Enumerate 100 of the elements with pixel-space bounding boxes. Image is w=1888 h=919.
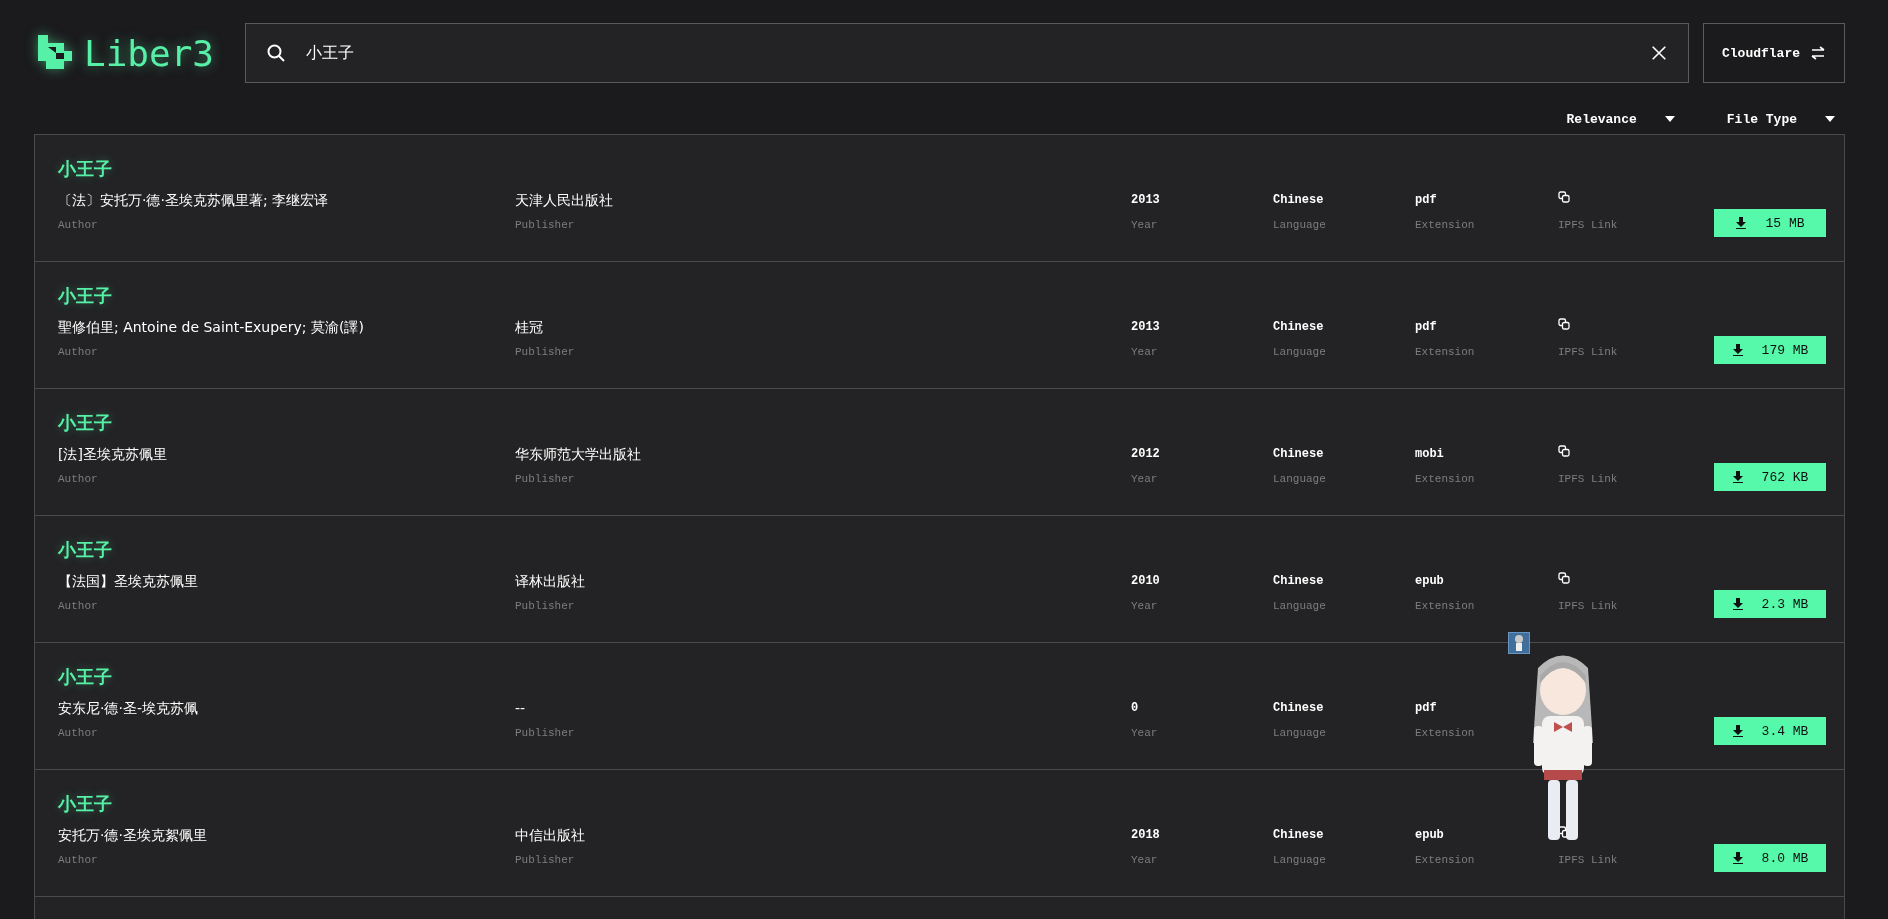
year-value: 2012 bbox=[1131, 446, 1161, 463]
field-label: Extension bbox=[1415, 727, 1476, 739]
field-label: Publisher bbox=[515, 600, 576, 612]
field-label: Extension bbox=[1415, 346, 1476, 358]
field-label: Publisher bbox=[515, 219, 576, 231]
field-label: IPFS Link bbox=[1558, 854, 1619, 866]
language-value: Chinese bbox=[1273, 192, 1325, 209]
field-label: Year bbox=[1131, 219, 1159, 231]
field-label: Language bbox=[1273, 854, 1327, 866]
field-label: Year bbox=[1131, 727, 1159, 739]
field-label: Extension bbox=[1415, 473, 1476, 485]
field-label: Extension bbox=[1415, 600, 1476, 612]
year-value: 2010 bbox=[1131, 573, 1161, 590]
field-label: Year bbox=[1131, 473, 1159, 485]
field-label: Language bbox=[1273, 219, 1327, 231]
publisher-name: 中信出版社 bbox=[515, 826, 586, 844]
language-value: Chinese bbox=[1273, 573, 1325, 590]
field-label: IPFS Link bbox=[1558, 219, 1619, 231]
book-title[interactable]: 小王子 bbox=[58, 411, 112, 435]
caret-icon bbox=[1825, 116, 1835, 122]
author-name: 【法国】圣埃克苏佩里 bbox=[58, 572, 199, 590]
download-button[interactable]: 762 KB bbox=[1714, 463, 1826, 491]
author-name: 〔法〕安托万·德·圣埃克苏佩里著; 李继宏译 bbox=[58, 191, 330, 209]
language-value: Chinese bbox=[1273, 827, 1325, 844]
search-field[interactable]: 小王子 bbox=[304, 42, 1632, 64]
download-icon bbox=[1731, 725, 1744, 737]
field-label: Publisher bbox=[515, 727, 576, 739]
publisher-name: 译林出版社 bbox=[515, 572, 586, 590]
download-icon bbox=[1731, 852, 1744, 864]
copy-link-icon[interactable] bbox=[1558, 191, 1570, 203]
field-label: Publisher bbox=[515, 346, 576, 358]
publisher-name: 桂冠 bbox=[515, 318, 544, 336]
download-icon bbox=[1731, 344, 1744, 356]
extension-value: pdf bbox=[1415, 319, 1438, 336]
download-button[interactable]: 8.0 MB bbox=[1714, 844, 1826, 872]
download-button[interactable]: 2.3 MB bbox=[1714, 590, 1826, 618]
year-value: 2013 bbox=[1131, 319, 1161, 336]
language-value: Chinese bbox=[1273, 700, 1325, 717]
book-title[interactable]: 小王子 bbox=[58, 665, 112, 689]
field-label: Year bbox=[1131, 854, 1159, 866]
field-label: Author bbox=[58, 854, 99, 866]
search-bar[interactable]: 小王子 bbox=[245, 23, 1689, 83]
download-button[interactable]: 3.4 MB bbox=[1714, 717, 1826, 745]
book-title[interactable]: 小王子 bbox=[58, 284, 112, 308]
field-label: Year bbox=[1131, 600, 1159, 612]
download-icon bbox=[1731, 471, 1744, 483]
field-label: Publisher bbox=[515, 854, 576, 866]
field-label: Extension bbox=[1415, 854, 1476, 866]
extension-value: pdf bbox=[1415, 192, 1438, 209]
publisher-name: 天津人民出版社 bbox=[515, 191, 614, 209]
swap-icon bbox=[1810, 45, 1826, 61]
copy-link-icon[interactable] bbox=[1558, 572, 1570, 584]
copy-link-icon[interactable] bbox=[1558, 318, 1570, 330]
author-name: 安托万·德·圣埃克絮佩里 bbox=[58, 826, 208, 844]
author-name: 聖修伯里; Antoine de Saint-Exupery; 莫渝(譯) bbox=[58, 318, 365, 336]
field-label: Language bbox=[1273, 346, 1327, 358]
year-value: 2018 bbox=[1131, 827, 1161, 844]
author-name: 安东尼·德·圣-埃克苏佩 bbox=[58, 699, 199, 717]
extension-value: pdf bbox=[1415, 700, 1438, 717]
field-label: Year bbox=[1131, 346, 1159, 358]
gateway-button[interactable]: Cloudflare bbox=[1703, 23, 1845, 83]
publisher-name: -- bbox=[515, 699, 527, 717]
logo[interactable]: Liber3 bbox=[34, 32, 244, 74]
extension-value: epub bbox=[1415, 827, 1445, 844]
year-value: 2013 bbox=[1131, 192, 1161, 209]
field-label: IPFS Link bbox=[1558, 473, 1619, 485]
download-icon bbox=[1735, 217, 1748, 229]
language-value: Chinese bbox=[1273, 319, 1325, 336]
book-title[interactable]: 小王子 bbox=[58, 792, 112, 816]
book-title[interactable]: 小王子 bbox=[58, 157, 112, 181]
author-name: [法]圣埃克苏佩里 bbox=[58, 445, 168, 463]
sort-dropdown[interactable]: Relevance bbox=[1566, 111, 1685, 127]
copy-link-icon[interactable] bbox=[1558, 445, 1570, 457]
field-label: Author bbox=[58, 727, 99, 739]
close-icon[interactable] bbox=[1650, 44, 1668, 62]
download-icon bbox=[1731, 598, 1744, 610]
field-label: Publisher bbox=[515, 473, 576, 485]
language-value: Chinese bbox=[1273, 446, 1325, 463]
field-label: Author bbox=[58, 473, 99, 485]
figure-thumbnail-icon[interactable] bbox=[1508, 632, 1530, 654]
logo-text: Liber3 bbox=[84, 32, 215, 74]
book-title[interactable]: 小王子 bbox=[58, 538, 112, 562]
year-value: 0 bbox=[1131, 700, 1140, 717]
download-button[interactable]: 179 MB bbox=[1714, 336, 1826, 364]
field-label: Author bbox=[58, 346, 99, 358]
extension-value: epub bbox=[1415, 573, 1445, 590]
field-label: Extension bbox=[1415, 219, 1476, 231]
field-label: Author bbox=[58, 219, 99, 231]
extension-value: mobi bbox=[1415, 446, 1445, 463]
sort-dropdown[interactable]: File Type bbox=[1726, 111, 1845, 127]
caret-icon bbox=[1664, 116, 1675, 122]
field-label: Language bbox=[1273, 600, 1327, 612]
field-label: Language bbox=[1273, 473, 1327, 485]
field-label: Language bbox=[1273, 727, 1327, 739]
search-icon bbox=[266, 43, 286, 63]
field-label: Author bbox=[58, 600, 99, 612]
publisher-name: 华东师范大学出版社 bbox=[515, 445, 642, 463]
download-button[interactable]: 15 MB bbox=[1714, 209, 1826, 237]
field-label: IPFS Link bbox=[1558, 346, 1619, 358]
field-label: IPFS Link bbox=[1558, 600, 1619, 612]
